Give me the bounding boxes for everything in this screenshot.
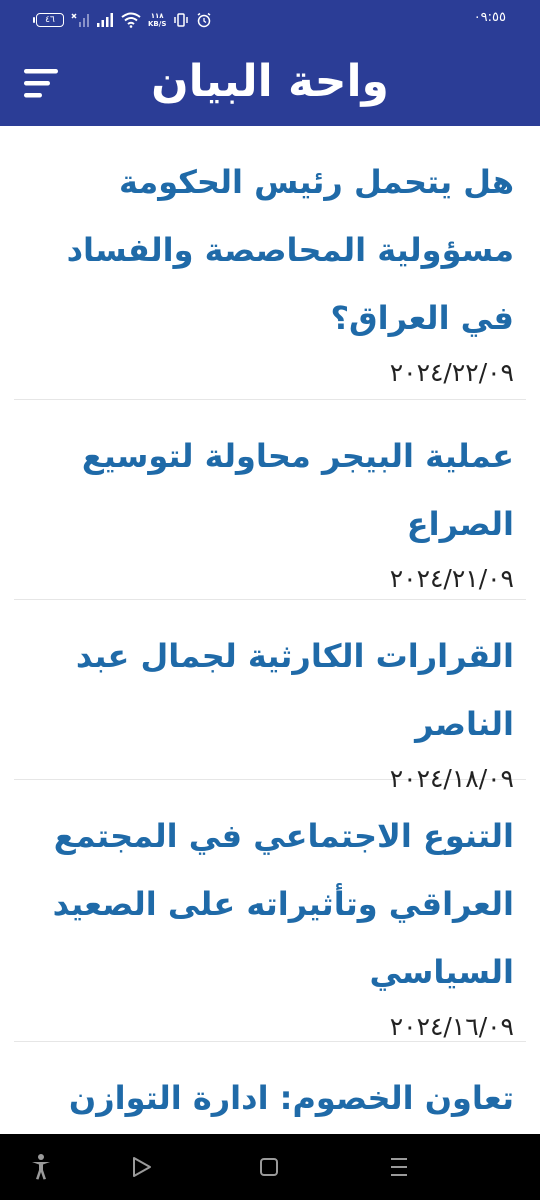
accessibility-button[interactable] xyxy=(26,1152,56,1182)
signal-off-icon xyxy=(71,13,89,27)
accessibility-icon xyxy=(32,1154,50,1180)
back-icon xyxy=(133,1157,151,1177)
article-title[interactable]: هل يتحمل رئيس الحكومة مسؤولية المحاصصة و… xyxy=(24,126,514,352)
navigation-bar xyxy=(0,1134,540,1200)
network-speed-unit: KB/S xyxy=(148,20,167,28)
vibrate-icon xyxy=(174,13,189,27)
home-icon xyxy=(260,1158,278,1176)
menu-icon xyxy=(24,69,58,98)
status-icons: ٤٦ ١١٨ KB/S xyxy=(33,10,212,30)
status-bar: ٤٦ ١١٨ KB/S ٠٩:٥٥ xyxy=(0,0,540,40)
wifi-icon xyxy=(121,12,141,28)
article-item[interactable]: عملية البيجر محاولة لتوسيع الصراع ٢٠٢٤/٢… xyxy=(14,400,526,600)
article-title[interactable]: التنوع الاجتماعي في المجتمع العراقي وتأث… xyxy=(24,780,514,1006)
status-time: ٠٩:٥٥ xyxy=(473,10,506,25)
app-title: واحة البيان xyxy=(151,56,389,107)
article-date: ٢٠٢٤/١٦/٠٩ xyxy=(389,1012,514,1041)
article-item[interactable]: هل يتحمل رئيس الحكومة مسؤولية المحاصصة و… xyxy=(14,126,526,400)
article-title[interactable]: تعاون الخصوم: ادارة التوازن xyxy=(24,1042,514,1132)
app-bar: واحة البيان xyxy=(0,40,540,126)
menu-button[interactable] xyxy=(20,64,64,104)
article-title[interactable]: القرارات الكارثية لجمال عبد الناصر xyxy=(24,600,514,758)
back-button[interactable] xyxy=(126,1152,156,1182)
network-speed-value: ١١٨ xyxy=(150,12,164,20)
article-title[interactable]: عملية البيجر محاولة لتوسيع الصراع xyxy=(24,400,514,558)
recents-icon xyxy=(391,1158,407,1176)
network-speed: ١١٨ KB/S xyxy=(148,12,166,28)
article-date: ٢٠٢٤/٢٢/٠٩ xyxy=(389,358,514,387)
article-item[interactable]: القرارات الكارثية لجمال عبد الناصر ٢٠٢٤/… xyxy=(14,600,526,793)
home-button[interactable] xyxy=(254,1152,284,1182)
battery-level: ٤٦ xyxy=(45,15,55,25)
article-item[interactable]: التنوع الاجتماعي في المجتمع العراقي وتأث… xyxy=(14,780,526,1042)
article-date: ٢٠٢٤/٢١/٠٩ xyxy=(389,564,514,593)
alarm-icon xyxy=(197,12,211,28)
app-screen: ٤٦ ١١٨ KB/S ٠٩:٥٥ واحة البيان هل يتحمل ر… xyxy=(0,0,540,1200)
signal-icon xyxy=(97,13,113,27)
battery-icon: ٤٦ xyxy=(33,13,64,27)
recents-button[interactable] xyxy=(384,1152,414,1182)
article-list: هل يتحمل رئيس الحكومة مسؤولية المحاصصة و… xyxy=(0,126,540,1200)
